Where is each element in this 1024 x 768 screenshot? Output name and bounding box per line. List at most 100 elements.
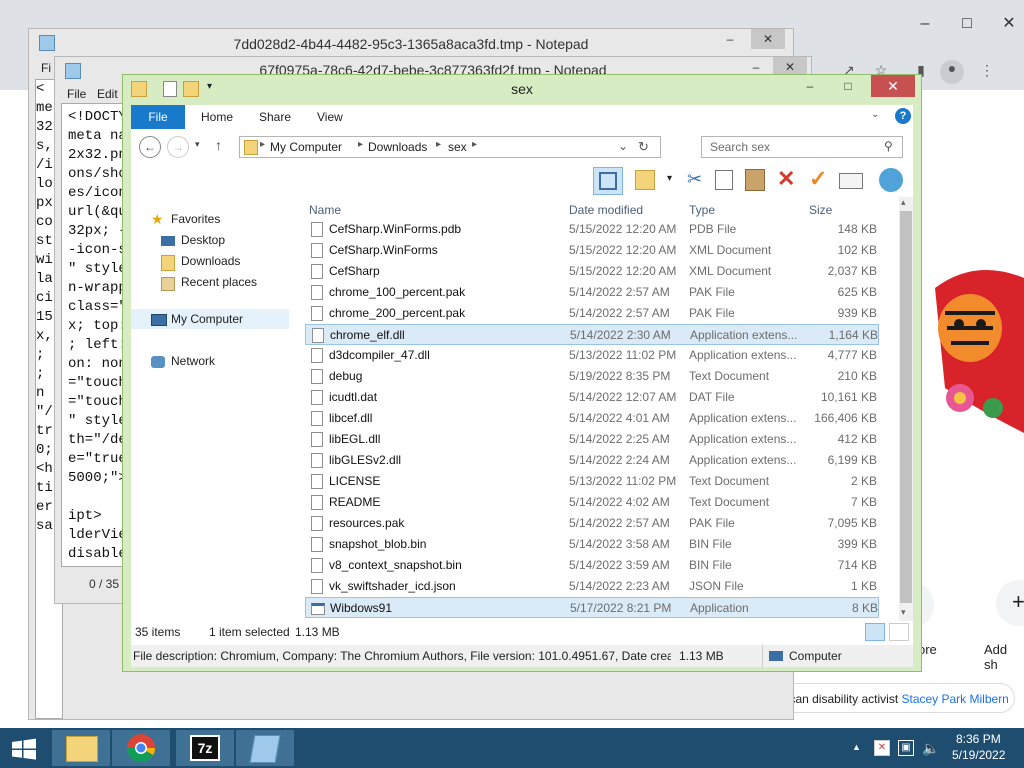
volume-icon[interactable]: 🔈 [922, 740, 939, 757]
back-button[interactable]: ← [139, 136, 161, 158]
copy-icon[interactable] [715, 170, 733, 190]
column-size[interactable]: Size [809, 203, 832, 217]
column-date-modified[interactable]: Date modified [569, 203, 643, 217]
file-row[interactable]: README 5/14/2022 4:02 AM Text Document 7 KB [305, 492, 879, 513]
nav-network[interactable]: Network [171, 354, 215, 368]
chrome-close-button[interactable]: ✕ [994, 12, 1024, 36]
refresh-icon[interactable]: ↻ [638, 139, 649, 155]
file-row[interactable]: snapshot_blob.bin 5/14/2022 3:58 AM BIN Fi… [305, 534, 879, 555]
file-row[interactable]: resources.pak 5/14/2022 2:57 AM PAK File 7,… [305, 513, 879, 534]
notepad-1-menu-file[interactable]: Fi [41, 61, 51, 75]
file-row[interactable]: LICENSE 5/13/2022 11:02 PM Text Document 2 … [305, 471, 879, 492]
select-icon[interactable] [635, 170, 655, 190]
address-dropdown-icon[interactable]: ⌄ [618, 139, 628, 153]
notepad-2-text-area[interactable]: <!DOCTY meta na 2x32.pn ons/sho es/icon … [61, 103, 125, 567]
profile-avatar-icon[interactable]: ● [940, 60, 964, 84]
file-list: Name Date modified Type Size CefSharp.Wi… [305, 197, 897, 618]
column-type[interactable]: Type [689, 203, 715, 217]
tab-share[interactable]: Share [259, 105, 291, 129]
paste-icon[interactable] [745, 169, 765, 191]
nav-desktop[interactable]: Desktop [181, 233, 225, 247]
explorer-maximize-button[interactable]: □ [831, 75, 865, 97]
more-menu-icon[interactable]: ⋮ [976, 62, 998, 82]
nav-my-computer[interactable]: My Computer [171, 312, 243, 326]
doodle-caption-link[interactable]: Stacey Park Milbern [901, 692, 1008, 706]
breadcrumb-my-computer[interactable]: My Computer [270, 140, 342, 154]
scroll-up-icon[interactable]: ▴ [901, 197, 906, 208]
details-view-button[interactable] [865, 623, 885, 641]
address-bar[interactable]: ▸ My Computer ▸ Downloads ▸ sex ▸ ⌄ ↻ [239, 136, 661, 158]
tray-expand-icon[interactable]: ▲ [852, 742, 861, 752]
file-row[interactable]: CefSharp.WinForms 5/15/2022 12:20 AM XML D… [305, 240, 879, 261]
file-row[interactable]: Wibdows91 5/17/2022 8:21 PM Application 8 K… [305, 597, 879, 618]
file-row[interactable]: chrome_100_percent.pak 5/14/2022 2:57 AM P… [305, 282, 879, 303]
file-row[interactable]: icudtl.dat 5/14/2022 12:07 AM DAT File 10,1… [305, 387, 879, 408]
search-box[interactable]: Search sex ⚲ [701, 136, 903, 158]
nav-recent-places[interactable]: Recent places [181, 275, 257, 289]
file-row[interactable]: debug 5/19/2022 8:35 PM Text Document 210 K… [305, 366, 879, 387]
forward-button[interactable]: → [167, 136, 189, 158]
clock-time[interactable]: 8:36 PM [956, 732, 1001, 746]
recent-locations-icon[interactable]: ▾ [195, 139, 200, 150]
file-name: libEGL.dll [329, 432, 381, 446]
tab-home[interactable]: Home [201, 105, 233, 129]
scrollbar-thumb[interactable] [900, 211, 912, 603]
action-center-icon[interactable]: ✕ [874, 740, 890, 756]
notepad-2-menu-edit[interactable]: Edit [97, 87, 118, 101]
tab-view[interactable]: View [317, 105, 343, 129]
file-row[interactable]: vk_swiftshader_icd.json 5/14/2022 2:23 AM… [305, 576, 879, 597]
column-name[interactable]: Name [309, 203, 341, 217]
file-row[interactable]: libEGL.dll 5/14/2022 2:25 AM Application e… [305, 429, 879, 450]
file-row[interactable]: chrome_elf.dll 5/14/2022 2:30 AM Applicati… [305, 324, 879, 345]
notepad-1-close-button[interactable]: ✕ [751, 29, 785, 49]
file-row[interactable]: CefSharp.WinForms.pdb 5/15/2022 12:20 AM P… [305, 219, 879, 240]
breadcrumb-sex[interactable]: sex [448, 140, 467, 154]
dropdown-icon[interactable]: ▾ [667, 173, 672, 184]
file-row[interactable]: CefSharp 5/15/2022 12:20 AM XML Document 2,… [305, 261, 879, 282]
chevron-right-icon[interactable]: ▸ [436, 139, 441, 150]
vertical-scrollbar[interactable]: ▴ ▾ [899, 197, 913, 621]
notepad-1-minimize-button[interactable]: – [713, 29, 747, 49]
taskbar-7zip[interactable]: 7z [176, 730, 234, 766]
file-row[interactable]: chrome_200_percent.pak 5/14/2022 2:57 AM P… [305, 303, 879, 324]
chrome-maximize-button[interactable]: □ [952, 12, 982, 36]
taskbar-chrome[interactable] [112, 730, 170, 766]
taskbar-file-explorer[interactable] [52, 730, 110, 766]
breadcrumb-downloads[interactable]: Downloads [368, 140, 427, 154]
help-icon[interactable]: ? [895, 108, 911, 124]
file-row[interactable]: v8_context_snapshot.bin 5/14/2022 3:59 AM… [305, 555, 879, 576]
nav-favorites[interactable]: Favorites [171, 212, 220, 226]
navigation-pane: ★ Favorites Desktop Downloads Recent pla… [131, 197, 301, 645]
globe-icon[interactable] [879, 168, 903, 192]
ribbon-expand-icon[interactable]: ⌄ [871, 109, 879, 120]
file-type: PAK File [689, 516, 735, 530]
file-row[interactable]: d3dcompiler_47.dll 5/13/2022 11:02 PM Appl… [305, 345, 879, 366]
file-row[interactable]: libcef.dll 5/14/2022 4:01 AM Application e… [305, 408, 879, 429]
search-icon[interactable]: ⚲ [884, 139, 893, 153]
taskbar-notepad[interactable] [236, 730, 294, 766]
chevron-right-icon[interactable]: ▸ [358, 139, 363, 150]
nav-downloads[interactable]: Downloads [181, 254, 240, 268]
file-row[interactable]: libGLESv2.dll 5/14/2022 2:24 AM Applicatio… [305, 450, 879, 471]
start-button[interactable] [10, 738, 38, 760]
properties-toolbar-icon[interactable] [839, 173, 863, 189]
large-icons-view-button[interactable] [889, 623, 909, 641]
delete-icon[interactable]: ✕ [777, 166, 795, 192]
chrome-minimize-button[interactable]: – [910, 12, 940, 36]
clock-date[interactable]: 5/19/2022 [952, 748, 1005, 762]
search-input[interactable]: Search sex [710, 140, 770, 154]
scroll-down-icon[interactable]: ▾ [901, 607, 906, 618]
preview-pane-button[interactable] [593, 167, 623, 195]
chevron-right-icon[interactable]: ▸ [472, 139, 477, 150]
explorer-close-button[interactable]: ✕ [871, 75, 915, 97]
cut-icon[interactable]: ✂ [687, 169, 702, 190]
explorer-minimize-button[interactable]: – [793, 75, 827, 97]
up-button[interactable]: ↑ [215, 137, 222, 153]
rename-check-icon[interactable]: ✓ [809, 166, 827, 192]
file-date-modified: 5/14/2022 2:23 AM [569, 579, 670, 593]
notepad-2-menu-file[interactable]: File [67, 87, 86, 101]
doodle-tiger-image[interactable] [915, 258, 1024, 433]
network-tray-icon[interactable]: ▣ [898, 740, 914, 756]
add-shortcut-button[interactable]: + [996, 580, 1024, 626]
tab-file[interactable]: File [131, 105, 185, 129]
